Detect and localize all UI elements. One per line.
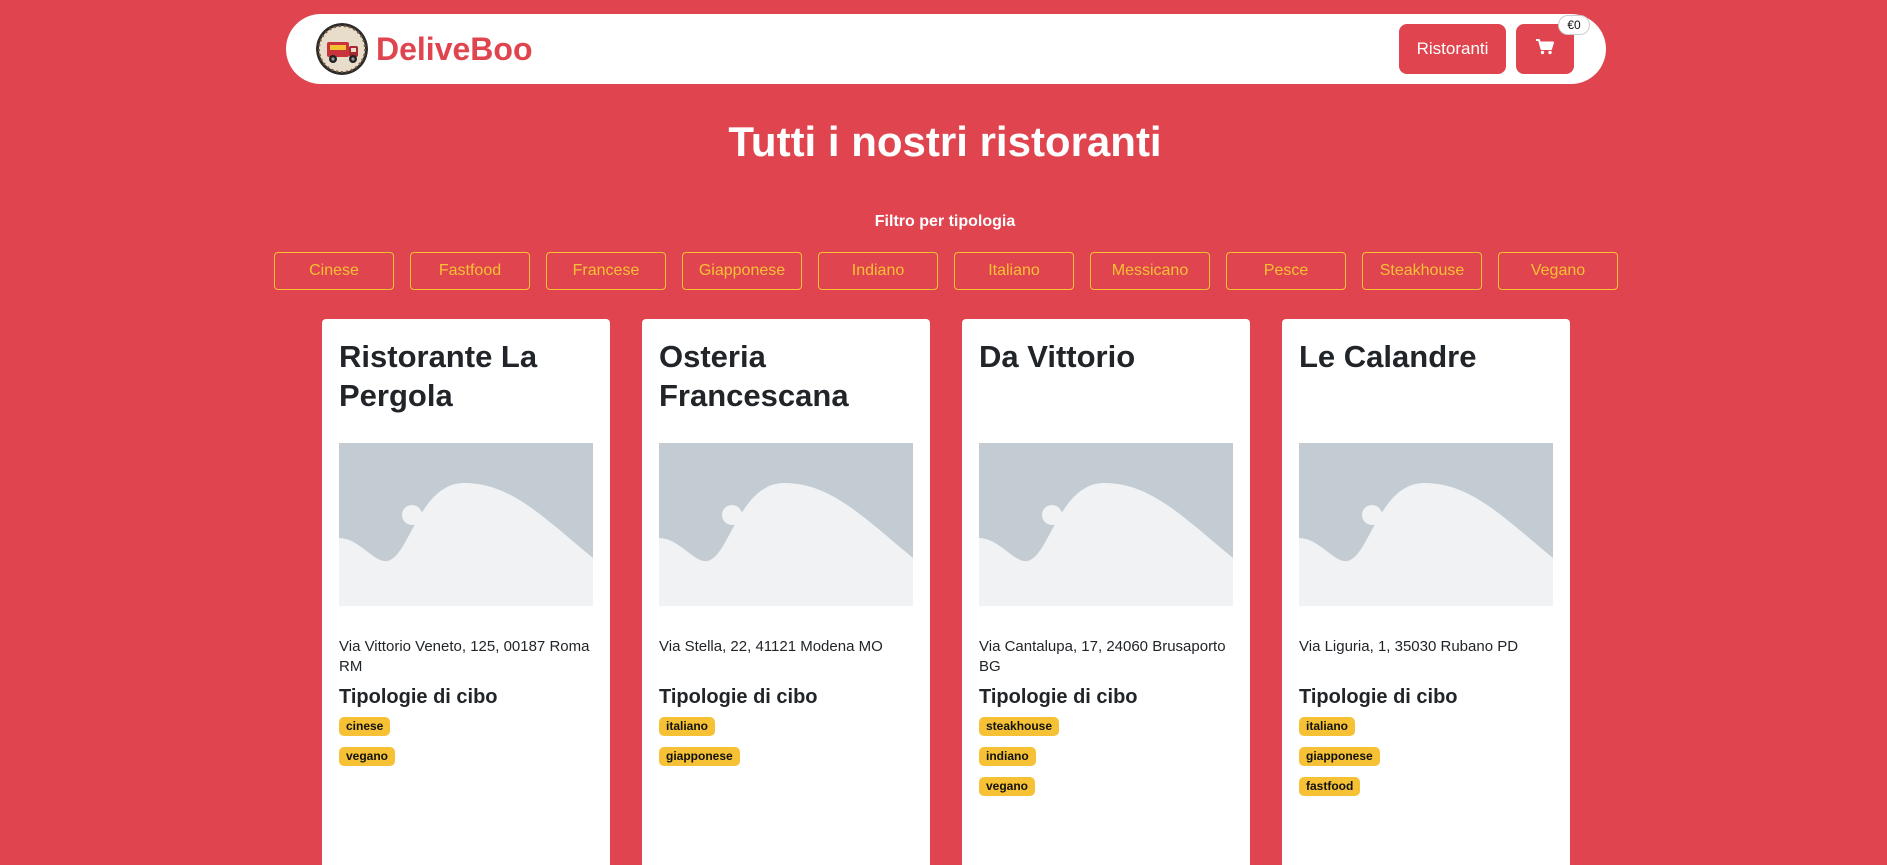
filter-label: Filtro per tipologia [874,213,1016,230]
brand-name[interactable]: DeliveBoo [376,30,532,68]
food-type-tags: cinese vegano [339,717,396,777]
restaurant-name[interactable]: Da Vittorio [979,337,1239,376]
cart-total-badge: €0 [1558,15,1590,35]
filter-pesce-button[interactable]: Pesce [1226,252,1346,290]
food-type-tags: steakhouse indiano vegano [979,717,1060,807]
food-type-badge: indiano [979,747,1036,766]
restaurant-address: Via Vittorio Veneto, 125, 00187 Roma RM [339,638,590,675]
restaurant-address: Via Stella, 22, 41121 Modena MO [659,638,883,655]
restaurant-name[interactable]: Osteria Francescana [659,337,919,415]
food-type-tags: italiano giapponese fastfood [1299,717,1380,807]
deliveboo-logo-icon[interactable] [316,23,368,75]
restaurants-button[interactable]: Ristoranti [1399,24,1506,74]
shopping-cart-icon [1536,38,1554,60]
filter-messicano-button[interactable]: Messicano [1090,252,1210,290]
type-filter-bar: Cinese Fastfood Francese Giapponese Indi… [274,252,1620,290]
restaurant-card[interactable]: Osteria Francescana Via Stella, 22, 4112… [642,319,930,865]
food-types-heading: Tipologie di cibo [1299,686,1458,708]
image-placeholder-icon [339,443,593,606]
filter-indiano-button[interactable]: Indiano [818,252,938,290]
restaurant-card[interactable]: Le Calandre Via Liguria, 1, 35030 Rubano… [1282,319,1570,865]
food-type-badge: giapponese [659,747,740,766]
food-type-badge: cinese [339,717,391,736]
food-type-badge: vegano [979,777,1036,796]
restaurant-card[interactable]: Da Vittorio Via Cantalupa, 17, 24060 Bru… [962,319,1250,865]
image-placeholder-icon [1299,443,1553,606]
restaurant-name[interactable]: Le Calandre [1299,337,1559,376]
restaurant-address: Via Liguria, 1, 35030 Rubano PD [1299,638,1519,655]
food-type-badge: italiano [659,717,716,736]
image-placeholder-icon [979,443,1233,606]
page-title: Tutti i nostri ristoranti [728,118,1162,165]
food-type-badge: fastfood [1299,777,1361,796]
food-type-tags: italiano giapponese [659,717,740,777]
food-type-badge: giapponese [1299,747,1380,766]
food-types-heading: Tipologie di cibo [979,686,1138,708]
filter-cinese-button[interactable]: Cinese [274,252,394,290]
restaurant-address: Via Cantalupa, 17, 24060 Brusaporto BG [979,638,1226,675]
filter-francese-button[interactable]: Francese [546,252,666,290]
food-type-badge: italiano [1299,717,1356,736]
filter-vegano-button[interactable]: Vegano [1498,252,1618,290]
filter-giapponese-button[interactable]: Giapponese [682,252,802,290]
filter-fastfood-button[interactable]: Fastfood [410,252,530,290]
food-types-heading: Tipologie di cibo [339,686,498,708]
food-type-badge: vegano [339,747,396,766]
filter-italiano-button[interactable]: Italiano [954,252,1074,290]
image-placeholder-icon [659,443,913,606]
restaurant-name[interactable]: Ristorante La Pergola [339,337,599,415]
food-types-heading: Tipologie di cibo [659,686,818,708]
food-type-badge: steakhouse [979,717,1060,736]
restaurant-card[interactable]: Ristorante La Pergola Via Vittorio Venet… [322,319,610,865]
filter-steakhouse-button[interactable]: Steakhouse [1362,252,1482,290]
navbar: DeliveBoo Ristoranti €0 [286,14,1606,84]
